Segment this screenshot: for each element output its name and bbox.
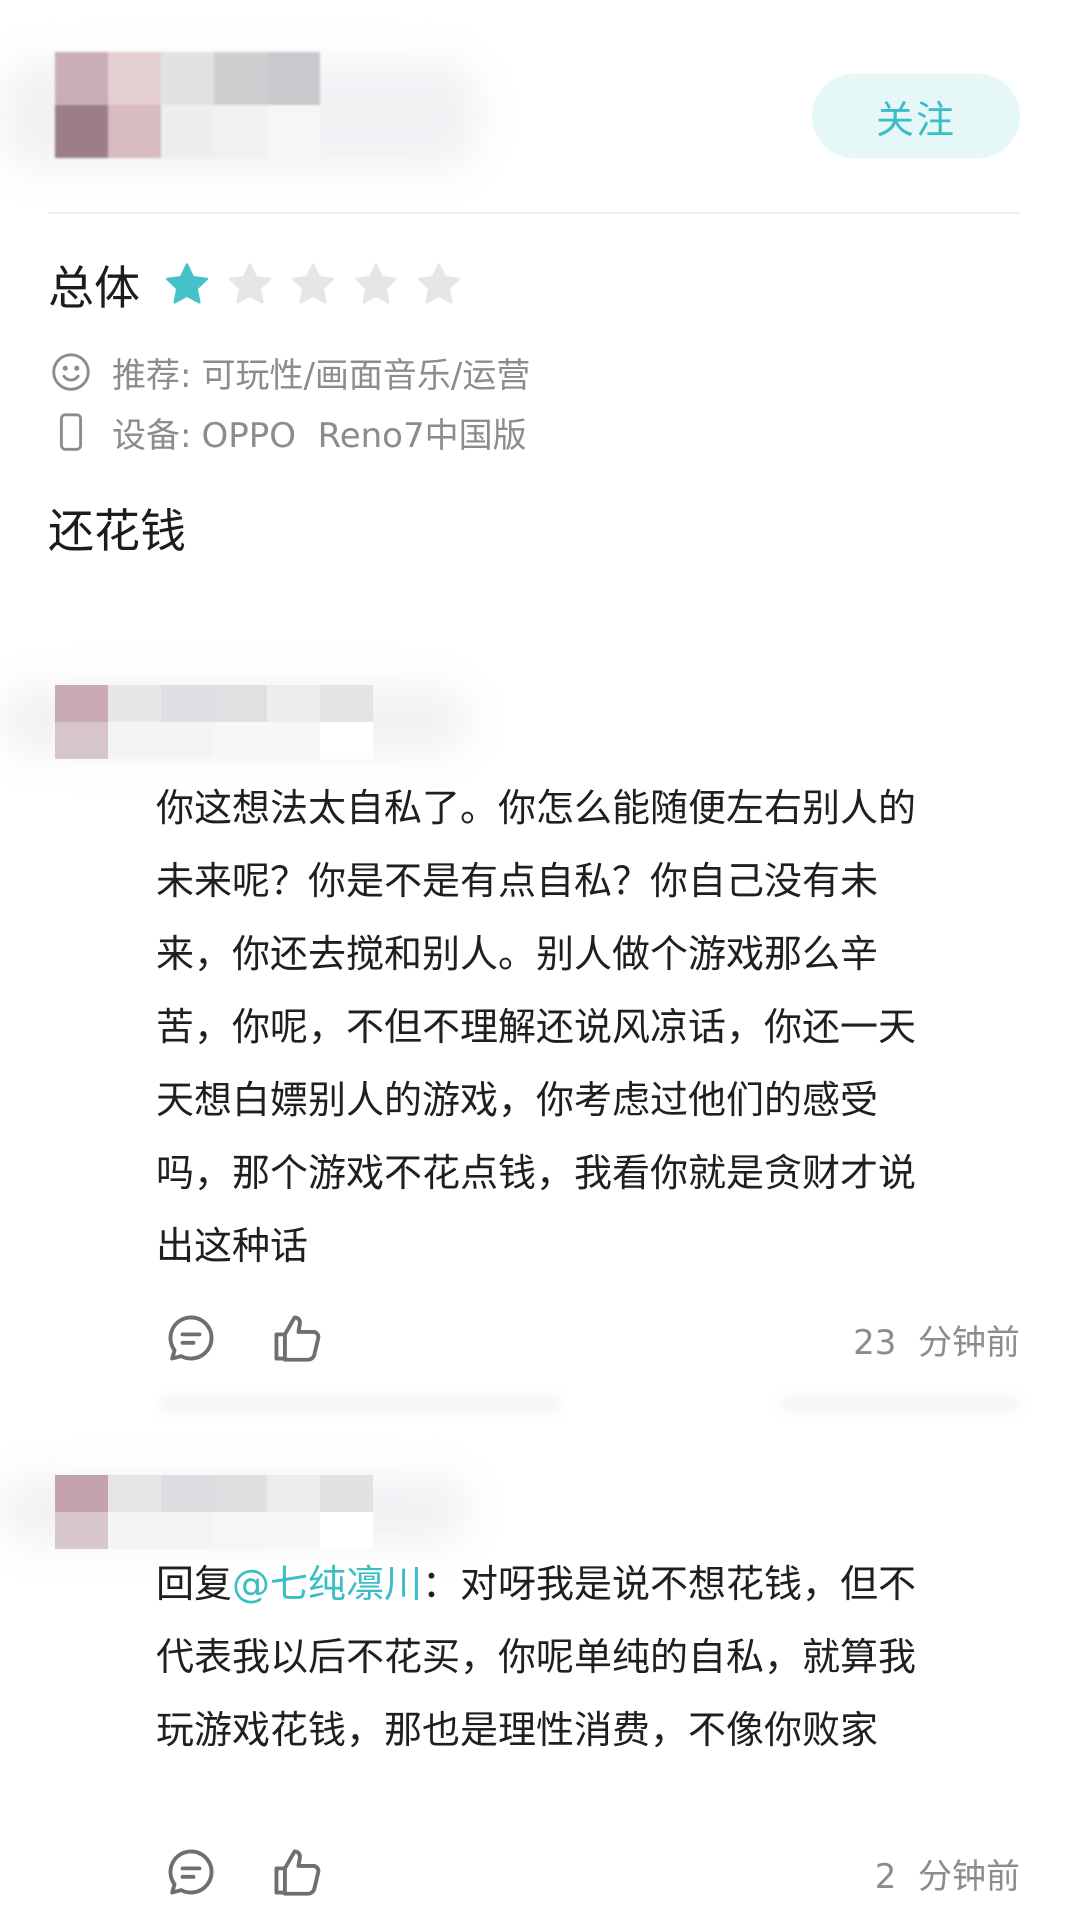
separator-blur — [780, 1397, 1020, 1411]
thumbs-up-icon[interactable] — [268, 1309, 326, 1367]
separator-blur — [160, 1397, 560, 1411]
rating-label: 总体 — [48, 261, 140, 315]
recommend-row: 推荐: 可玩性/画面音乐/运营 — [48, 347, 530, 397]
reviewer-header: 关注 — [0, 0, 1080, 215]
comment-line: 苦，你呢，不但不理解还说风凉话，你还一天 — [156, 1005, 917, 1049]
comment-line: 未来呢？你是不是有点自私？你自己没有未 — [156, 859, 879, 903]
reply-text: 回复@七纯凛川：对呀我是说不想花钱，但不 代表我以后不花买，你呢单纯的自私，就算… — [156, 1548, 1001, 1767]
star-icon-empty — [288, 260, 338, 310]
comment-line: 玩游戏花钱，那也是理性消费，不像你败家 — [156, 1708, 879, 1752]
star-icon-empty — [351, 260, 401, 310]
comment-avatar[interactable] — [55, 685, 373, 759]
comment-line: 你这想法太自私了。你怎么能随便左右别人的 — [156, 786, 917, 830]
reply-first-line: 回复@七纯凛川：对呀我是说不想花钱，但不 — [156, 1548, 1001, 1621]
reply-prefix: 回复 — [156, 1562, 233, 1606]
phone-icon — [48, 409, 94, 455]
star-icon-empty — [225, 260, 275, 310]
star-icon-empty — [414, 260, 464, 310]
comment-line: 代表我以后不花买，你呢单纯的自私，就算我 — [156, 1635, 917, 1679]
recommend-label: 推荐: — [112, 355, 192, 396]
comment-timestamp: 2 分钟前 — [874, 1857, 1020, 1897]
avatar[interactable] — [55, 52, 320, 158]
comment-avatar[interactable] — [55, 1475, 373, 1549]
recommend-value: 可玩性/画面音乐/运营 — [201, 355, 531, 396]
comment-line: 吗，那个游戏不花点钱，我看你就是贪财才说 — [156, 1151, 917, 1195]
review-text: 还花钱 — [48, 504, 186, 558]
reply-icon[interactable] — [162, 1843, 220, 1901]
thumbs-up-icon[interactable] — [268, 1843, 326, 1901]
overall-rating: 总体 — [48, 250, 477, 320]
comment-line: 来，你还去搅和别人。别人做个游戏那么辛 — [156, 932, 879, 976]
header-divider — [48, 212, 1020, 214]
comment-line: 天想白嫖别人的游戏，你考虑过他们的感受 — [156, 1078, 879, 1122]
comment-text: 你这想法太自私了。你怎么能随便左右别人的 未来呢？你是不是有点自私？你自己没有未… — [156, 772, 1001, 1283]
star-icon-filled — [162, 260, 212, 310]
reply-icon[interactable] — [162, 1309, 220, 1367]
mention-link[interactable]: @七纯凛川 — [232, 1562, 422, 1606]
device-label: 设备: — [112, 415, 192, 456]
comment-line: 出这种话 — [156, 1224, 309, 1268]
comment-timestamp: 23 分钟前 — [853, 1323, 1020, 1363]
device-row: 设备: OPPO Reno7中国版 — [48, 407, 527, 457]
smiley-icon — [48, 349, 94, 395]
device-value: OPPO Reno7中国版 — [201, 415, 527, 456]
comment-actions: 23 分钟前 — [156, 1301, 1020, 1371]
reply-line-rest: ：对呀我是说不想花钱，但不 — [422, 1562, 917, 1606]
follow-button[interactable]: 关注 — [812, 74, 1020, 158]
comment-actions: 2 分钟前 — [156, 1835, 1020, 1905]
